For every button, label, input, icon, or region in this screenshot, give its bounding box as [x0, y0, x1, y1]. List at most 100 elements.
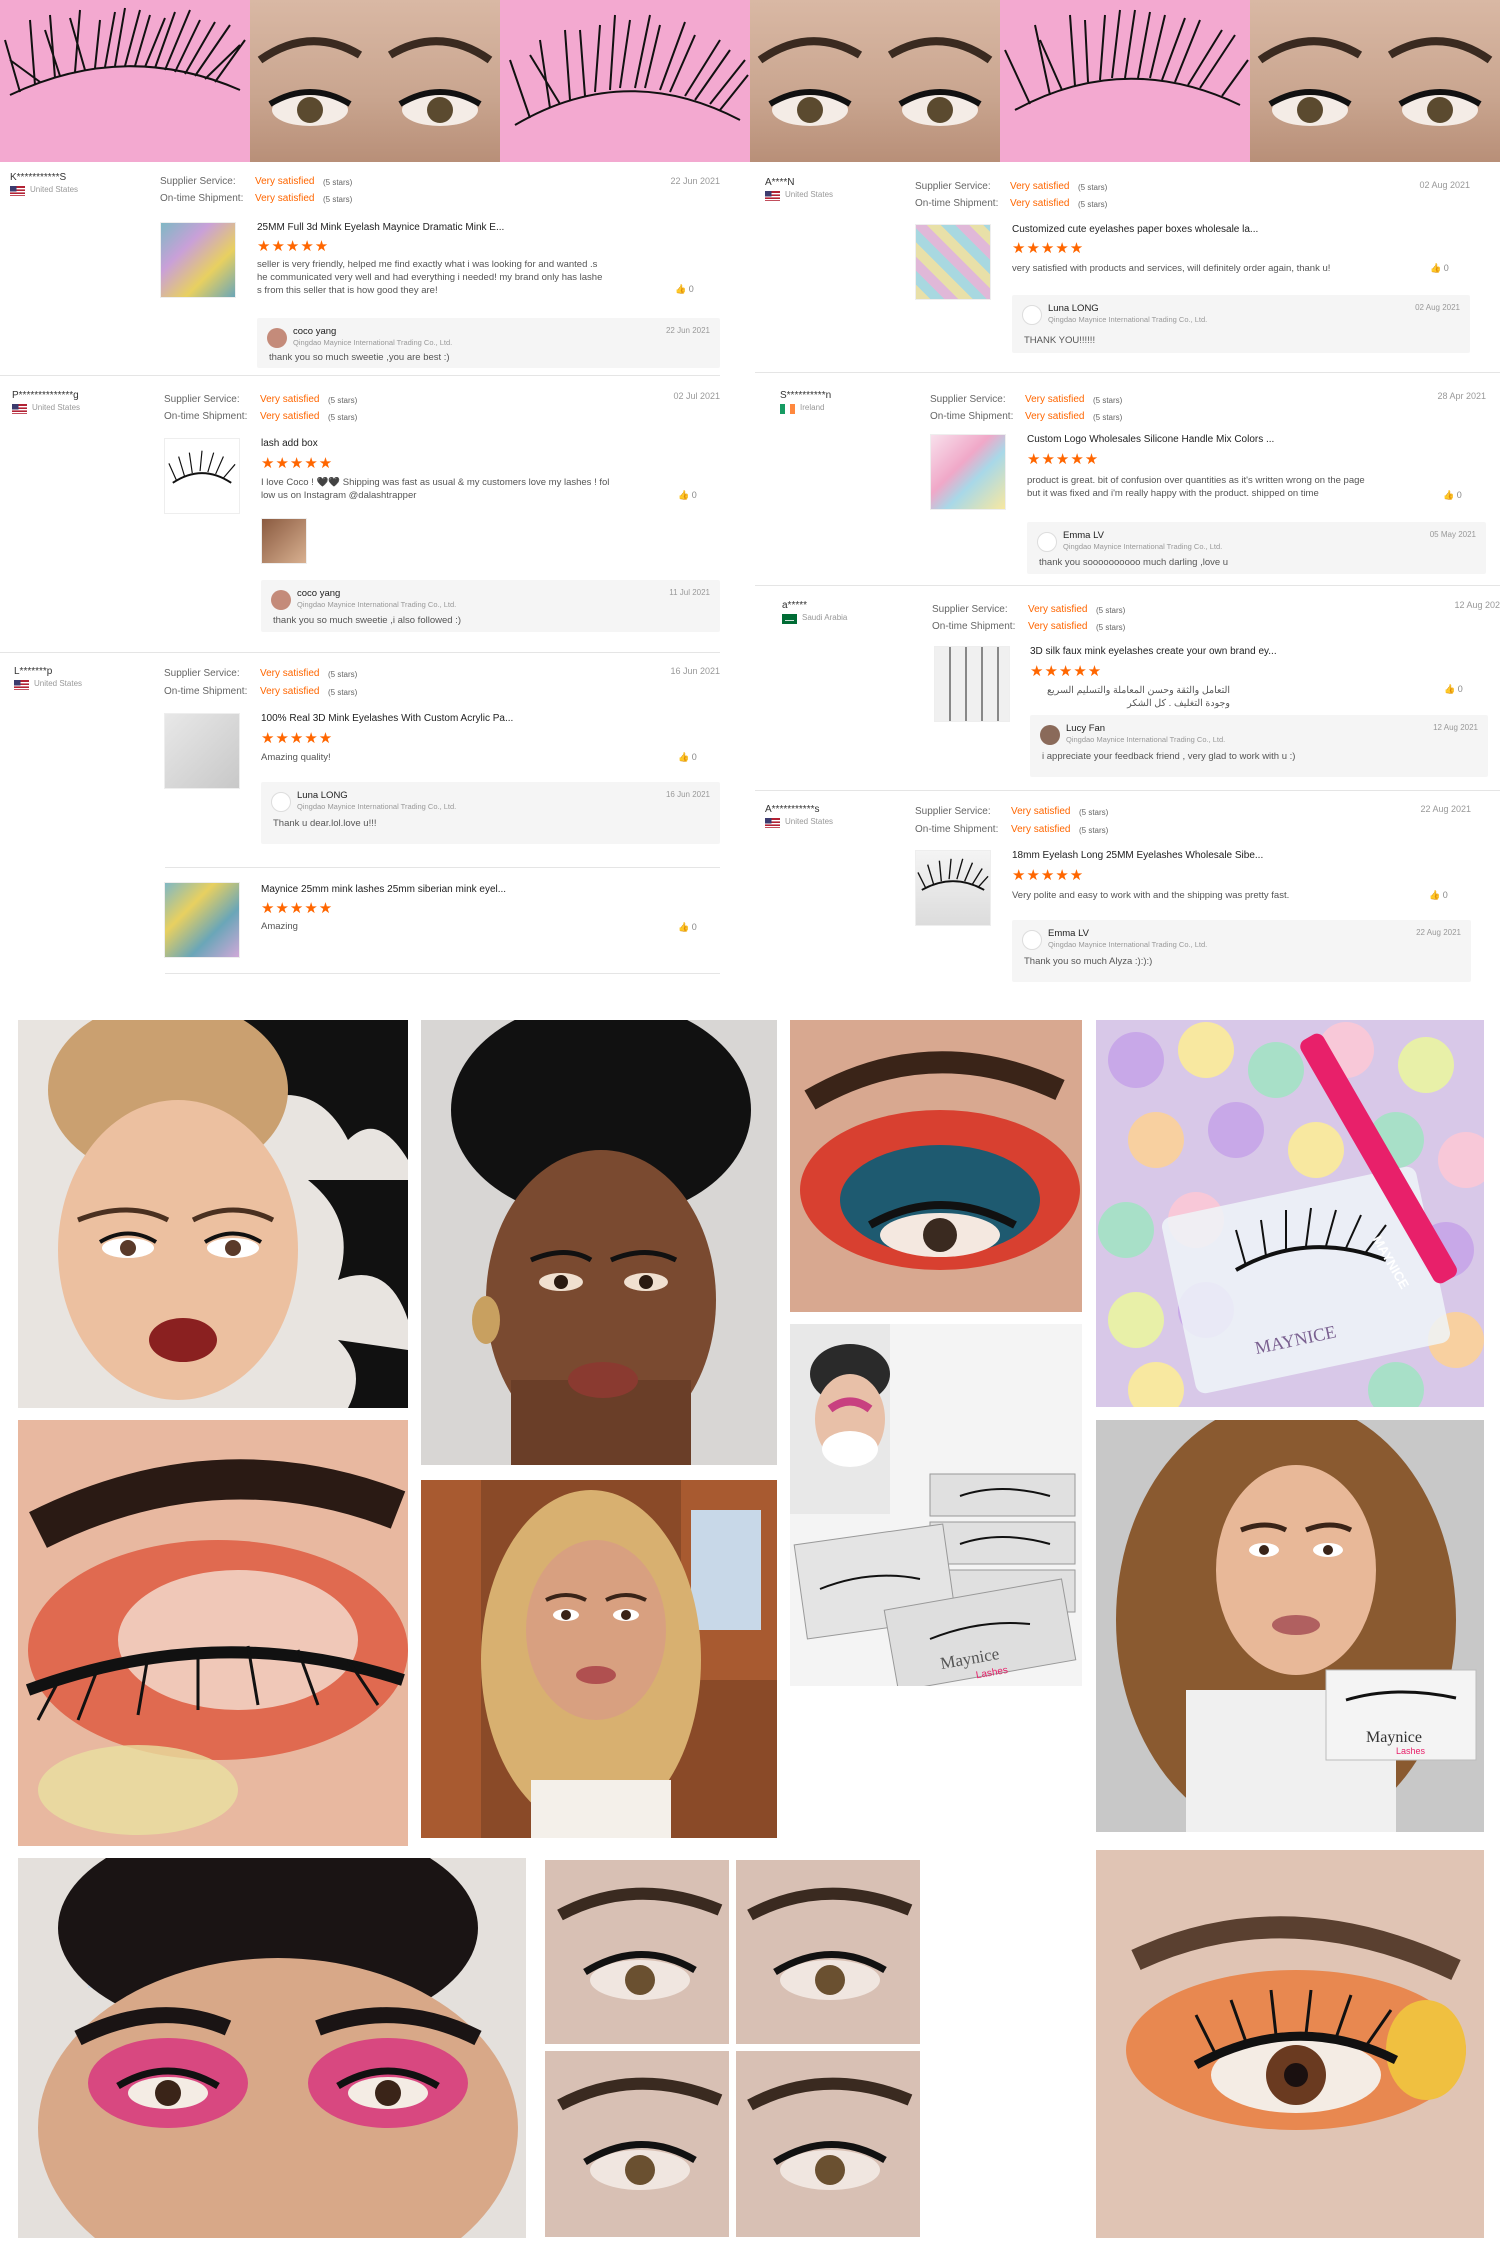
like-button[interactable]: 👍 0: [1443, 490, 1462, 501]
page: K***********S United States Supplier Ser…: [0, 0, 1500, 2250]
product-title[interactable]: Customized cute eyelashes paper boxes wh…: [1012, 224, 1258, 235]
reviewer-name: L*******p: [14, 666, 53, 677]
reviewer-name: A***********s: [765, 804, 820, 815]
product-title[interactable]: Maynice 25mm mink lashes 25mm siberian m…: [261, 884, 506, 895]
review-card: K***********S United States Supplier Ser…: [10, 172, 720, 372]
review-card: A****N United States Supplier Service: V…: [765, 177, 1475, 367]
like-button[interactable]: 👍 0: [1429, 890, 1448, 901]
seller-avatar: [1022, 930, 1042, 950]
reply-text: Thank u dear.lol.love u!!!: [273, 818, 377, 829]
seller-reply: Emma LV Qingdao Maynice International Tr…: [1027, 522, 1486, 574]
product-thumbnail[interactable]: [930, 434, 1006, 510]
like-button[interactable]: 👍 0: [678, 752, 697, 763]
review-text: Amazing: [261, 921, 298, 932]
review-date: 16 Jun 2021: [670, 666, 720, 676]
shipment-label: On-time Shipment:: [160, 193, 244, 204]
saudi-flag-icon: [782, 614, 797, 624]
us-flag-icon: [765, 191, 780, 201]
supplier-service-stars: (5 stars): [323, 178, 353, 187]
divider: [755, 585, 1500, 586]
product-thumbnail[interactable]: [160, 222, 236, 298]
maynice-logo-on-box: Maynice: [1366, 1729, 1422, 1746]
seller-name: coco yang: [297, 588, 341, 599]
reviewer-name: P**************g: [12, 390, 79, 401]
review-date: 12 Aug 202: [1454, 600, 1500, 610]
like-button[interactable]: 👍 0: [678, 490, 697, 501]
review-text: very satisfied with products and service…: [1012, 263, 1331, 274]
reply-text: thank you soooooooooo much darling ,love…: [1039, 557, 1229, 568]
rating-stars: ★★★★★: [1012, 240, 1085, 257]
reply-text: THANK YOU!!!!!!: [1024, 335, 1096, 346]
supplier-service-value: Very satisfied: [1025, 394, 1085, 405]
banner-eye-image: [750, 0, 1000, 162]
supplier-service-label: Supplier Service:: [160, 176, 236, 187]
seller-reply: Emma LV Qingdao Maynice International Tr…: [1012, 920, 1471, 982]
review-text: Amazing quality!: [261, 752, 331, 763]
divider: [755, 790, 1500, 791]
review-date: 02 Jul 2021: [673, 391, 720, 401]
reviewer-name: K***********S: [10, 172, 67, 183]
thumbs-up-icon: 👍: [678, 752, 690, 762]
like-button[interactable]: 👍 0: [678, 922, 697, 933]
supplier-service-stars: (5 stars): [1079, 808, 1109, 817]
product-thumbnail[interactable]: [164, 438, 240, 514]
banner-lash-image: [1000, 0, 1250, 162]
seller-company: Qingdao Maynice International Trading Co…: [1048, 315, 1208, 324]
us-flag-icon: [12, 404, 27, 414]
shipment-stars: (5 stars): [328, 688, 358, 697]
thumbs-up-icon: 👍: [675, 284, 687, 294]
seller-name: Emma LV: [1063, 530, 1105, 541]
seller-company: Qingdao Maynice International Trading Co…: [1066, 735, 1226, 744]
shipment-label: On-time Shipment:: [915, 824, 999, 835]
product-title[interactable]: 100% Real 3D Mink Eyelashes With Custom …: [261, 713, 513, 724]
review-photo[interactable]: [261, 518, 307, 564]
like-button[interactable]: 👍 0: [675, 284, 694, 295]
seller-reply: Luna LONG Qingdao Maynice International …: [1012, 295, 1470, 353]
seller-avatar: [271, 792, 291, 812]
shipment-stars: (5 stars): [1079, 826, 1109, 835]
review-card: S**********n Ireland Supplier Service: V…: [780, 390, 1490, 585]
supplier-service-label: Supplier Service:: [915, 806, 991, 817]
product-title[interactable]: Custom Logo Wholesales Silicone Handle M…: [1027, 434, 1274, 445]
seller-company: Qingdao Maynice International Trading Co…: [297, 802, 457, 811]
product-thumbnail[interactable]: [915, 850, 991, 926]
shipment-value: Very satisfied: [255, 193, 315, 204]
divider: [0, 652, 720, 653]
supplier-service-value: Very satisfied: [1011, 806, 1071, 817]
shipment-value: Very satisfied: [1025, 411, 1085, 422]
seller-name: Luna LONG: [1048, 303, 1099, 314]
reviewer-country: Saudi Arabia: [802, 613, 848, 622]
product-title[interactable]: lash add box: [261, 438, 318, 449]
divider: [165, 973, 720, 974]
supplier-service-label: Supplier Service:: [930, 394, 1006, 405]
shipment-value: Very satisfied: [1028, 621, 1088, 632]
shipment-value: Very satisfied: [1010, 198, 1070, 209]
like-button[interactable]: 👍 0: [1444, 684, 1463, 695]
product-thumbnail[interactable]: [934, 646, 1010, 722]
reply-date: 22 Jun 2021: [665, 326, 710, 335]
review-text: product is great. bit of confusion over …: [1027, 475, 1365, 499]
product-title[interactable]: 18mm Eyelash Long 25MM Eyelashes Wholesa…: [1012, 850, 1263, 861]
customer-photo-wavy-hair: Maynice Lashes: [1096, 1420, 1484, 1832]
review-card: A***********s United States Supplier Ser…: [765, 804, 1475, 994]
product-title[interactable]: 25MM Full 3d Mink Eyelash Maynice Dramat…: [257, 222, 504, 233]
product-title[interactable]: 3D silk faux mink eyelashes create your …: [1030, 646, 1277, 657]
product-thumbnail[interactable]: [164, 713, 240, 789]
supplier-service-label: Supplier Service:: [932, 604, 1008, 615]
like-button[interactable]: 👍 0: [1430, 263, 1449, 274]
divider: [0, 375, 720, 376]
reviewer-name: S**********n: [780, 390, 832, 401]
divider: [165, 867, 720, 868]
thumbs-up-icon: 👍: [1444, 684, 1456, 694]
seller-company: Qingdao Maynice International Trading Co…: [1048, 940, 1208, 949]
ireland-flag-icon: [780, 404, 795, 414]
customer-photo-pink-eyeshadow: [18, 1858, 526, 2238]
reviewer-country: Ireland: [800, 403, 825, 412]
divider: [755, 372, 1500, 373]
product-thumbnail[interactable]: [915, 224, 991, 300]
product-thumbnail[interactable]: [164, 882, 240, 958]
rating-stars: ★★★★★: [261, 455, 334, 472]
review-date: 02 Aug 2021: [1419, 180, 1470, 190]
seller-reply: Lucy Fan Qingdao Maynice International T…: [1030, 715, 1488, 777]
supplier-service-label: Supplier Service:: [915, 181, 991, 192]
